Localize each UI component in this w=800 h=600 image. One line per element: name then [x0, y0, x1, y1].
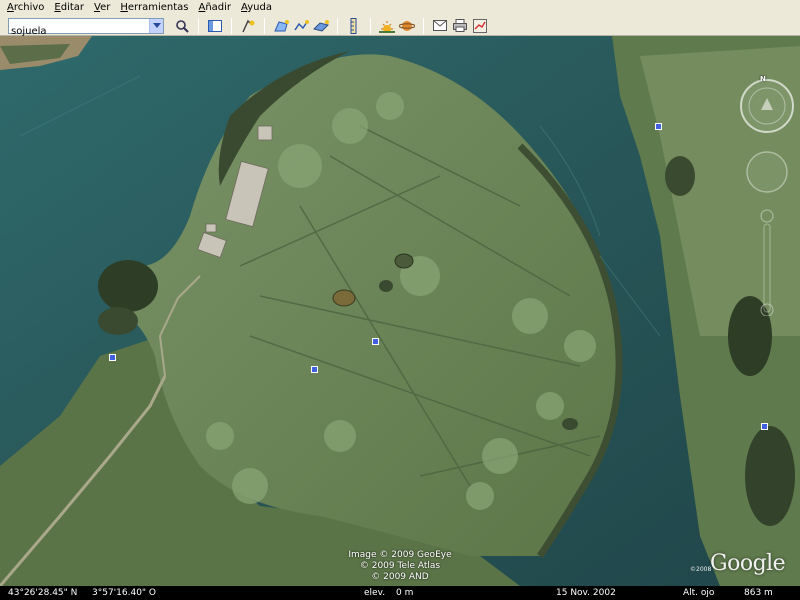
- add-path-button[interactable]: [291, 17, 311, 35]
- google-earth-window: Archivo Editar Ver Herramientas Añadir A…: [0, 0, 800, 600]
- google-maps-button[interactable]: [470, 17, 490, 35]
- credit-line: © 2009 AND: [371, 572, 429, 582]
- add-placemark-button[interactable]: [238, 17, 258, 35]
- email-button[interactable]: [430, 17, 450, 35]
- menu-archivo[interactable]: Archivo: [2, 0, 49, 16]
- menu-anadir[interactable]: Añadir: [194, 0, 237, 16]
- search-button[interactable]: [172, 17, 192, 35]
- placemark-icon: [242, 19, 255, 32]
- placemark-marker[interactable]: [372, 338, 379, 345]
- toolbar: [0, 16, 800, 38]
- menu-herramientas[interactable]: Herramientas: [115, 0, 193, 16]
- credit-line: Image © 2009 GeoEye: [348, 550, 452, 560]
- eye-altitude-label: Alt. ojo: [683, 588, 715, 598]
- imagery-date: 15 Nov. 2002: [556, 588, 616, 598]
- add-image-overlay-button[interactable]: [311, 17, 331, 35]
- placemark-marker[interactable]: [109, 354, 116, 361]
- maps-icon: [473, 18, 487, 33]
- menu-ver[interactable]: Ver: [89, 0, 115, 16]
- elevation-label: elev.: [364, 588, 386, 598]
- sun-icon: [379, 20, 395, 33]
- toolbar-separator: [370, 17, 371, 34]
- image-overlay-icon: [313, 19, 329, 32]
- eye-altitude-value: 863 m: [744, 588, 773, 598]
- toolbar-separator: [337, 17, 338, 34]
- print-icon: [453, 19, 467, 32]
- menu-bar: Archivo Editar Ver Herramientas Añadir A…: [0, 0, 800, 16]
- add-polygon-button[interactable]: [271, 17, 291, 35]
- polygon-icon: [274, 19, 289, 31]
- email-icon: [433, 20, 447, 31]
- navigation-controls: N: [736, 75, 798, 317]
- ruler-button[interactable]: [344, 17, 364, 35]
- navigation-controls-graphic: [740, 79, 794, 317]
- print-button[interactable]: [450, 17, 470, 35]
- sunlight-button[interactable]: [377, 17, 397, 35]
- latitude-readout: 43°26'28.45" N: [8, 588, 78, 598]
- imagery-credits: Image © 2009 GeoEye © 2009 Tele Atlas © …: [330, 550, 470, 583]
- status-bar: 43°26'28.45" N 3°57'16.40" O elev. 0 m 1…: [0, 586, 800, 600]
- ruler-icon: [350, 17, 357, 34]
- compass-north-label: N: [760, 75, 766, 83]
- menu-editar[interactable]: Editar: [49, 0, 89, 16]
- placemark-marker[interactable]: [655, 123, 662, 130]
- toggle-sidebar-button[interactable]: [205, 17, 225, 35]
- credit-line: © 2009 Tele Atlas: [359, 561, 441, 571]
- elevation-value: 0 m: [396, 588, 414, 598]
- longitude-readout: 3°57'16.40" O: [92, 588, 157, 598]
- google-logo: Google: [710, 551, 786, 576]
- toolbar-separator: [264, 17, 265, 34]
- path-icon: [294, 19, 309, 30]
- toolbar-separator: [423, 17, 424, 34]
- chevron-down-icon: [152, 22, 161, 28]
- map-view[interactable]: N Image © 2009 GeoEye © 2009 Tele Atlas …: [0, 36, 800, 586]
- sidebar-icon: [208, 19, 222, 32]
- search-combo: [8, 17, 164, 38]
- placemark-marker[interactable]: [311, 366, 318, 373]
- search-icon: [176, 19, 189, 33]
- logo-year: ©2008: [690, 566, 712, 573]
- move-joystick[interactable]: [746, 151, 788, 193]
- menu-ayuda[interactable]: Ayuda: [236, 0, 277, 16]
- planet-icon: [399, 20, 415, 31]
- zoom-slider[interactable]: [760, 209, 774, 317]
- look-joystick[interactable]: [740, 79, 794, 133]
- toolbar-separator: [231, 17, 232, 34]
- satellite-imagery: [0, 36, 800, 586]
- switch-planet-button[interactable]: [397, 17, 417, 35]
- search-dropdown-button[interactable]: [149, 18, 163, 33]
- placemark-marker[interactable]: [761, 423, 768, 430]
- toolbar-separator: [198, 17, 199, 34]
